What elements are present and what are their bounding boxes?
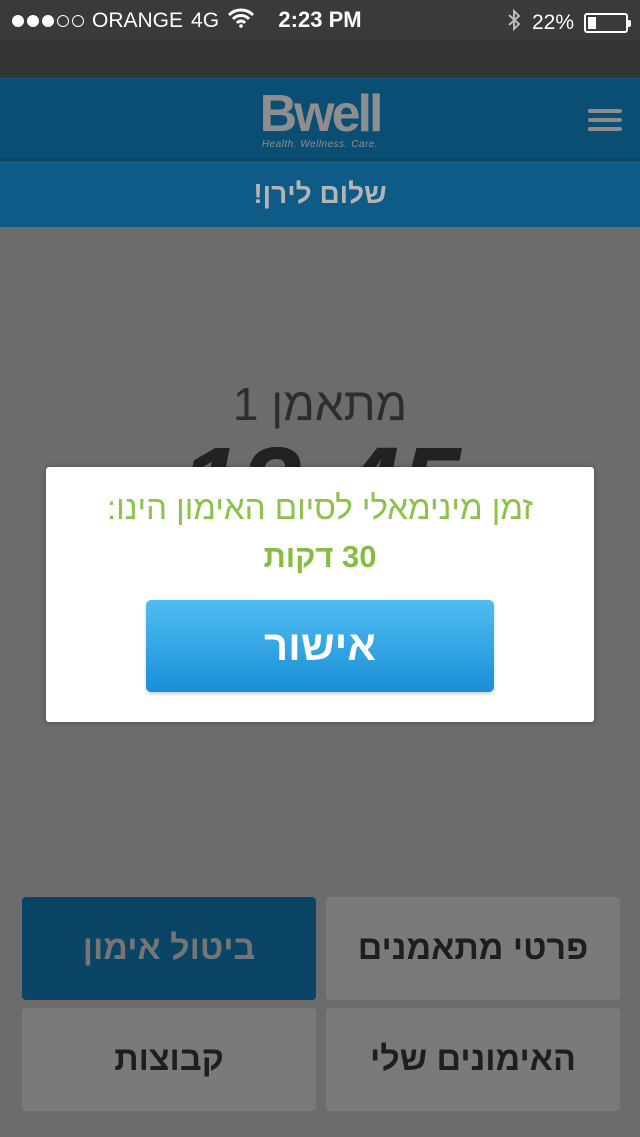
status-right: 22% (506, 8, 631, 38)
my-workouts-button[interactable]: האימונים שלי (326, 1008, 620, 1111)
workout-timer: 13:45 (0, 432, 640, 472)
trainee-label: מתאמן 1 (232, 378, 408, 430)
minimum-time-dialog: זמן מינימאלי לסיום האימון הינו: 30 דקות … (46, 467, 594, 722)
menu-line (588, 118, 622, 122)
app-header: Bwell Health. Wellness. Care. (0, 78, 640, 161)
battery-icon (584, 13, 631, 33)
status-bar: ORANGE 4G 2:23 PM 22% (0, 0, 640, 40)
status-spacer (0, 40, 640, 78)
dialog-message: זמן מינימאלי לסיום האימון הינו: (106, 489, 534, 526)
hamburger-menu-icon[interactable] (588, 109, 622, 131)
battery-percent: 22% (531, 11, 574, 34)
cancel-workout-button[interactable]: ביטול אימון (22, 897, 316, 1000)
battery-fill (588, 17, 596, 29)
confirm-button[interactable]: אישור (146, 600, 494, 692)
logo-wordmark: Bwell (259, 85, 384, 143)
groups-button[interactable]: קבוצות (22, 1008, 316, 1111)
bwell-logo: Bwell Health. Wellness. Care. (0, 85, 640, 150)
menu-line (588, 127, 622, 131)
menu-line (588, 109, 622, 113)
trainee-details-button[interactable]: פרטי מתאמנים (326, 897, 620, 1000)
logo-tagline: Health. Wellness. Care. (261, 139, 379, 150)
greeting-bar: שלום לירן! (0, 161, 640, 227)
bluetooth-icon (506, 8, 522, 38)
dialog-duration: 30 דקות (263, 539, 377, 574)
